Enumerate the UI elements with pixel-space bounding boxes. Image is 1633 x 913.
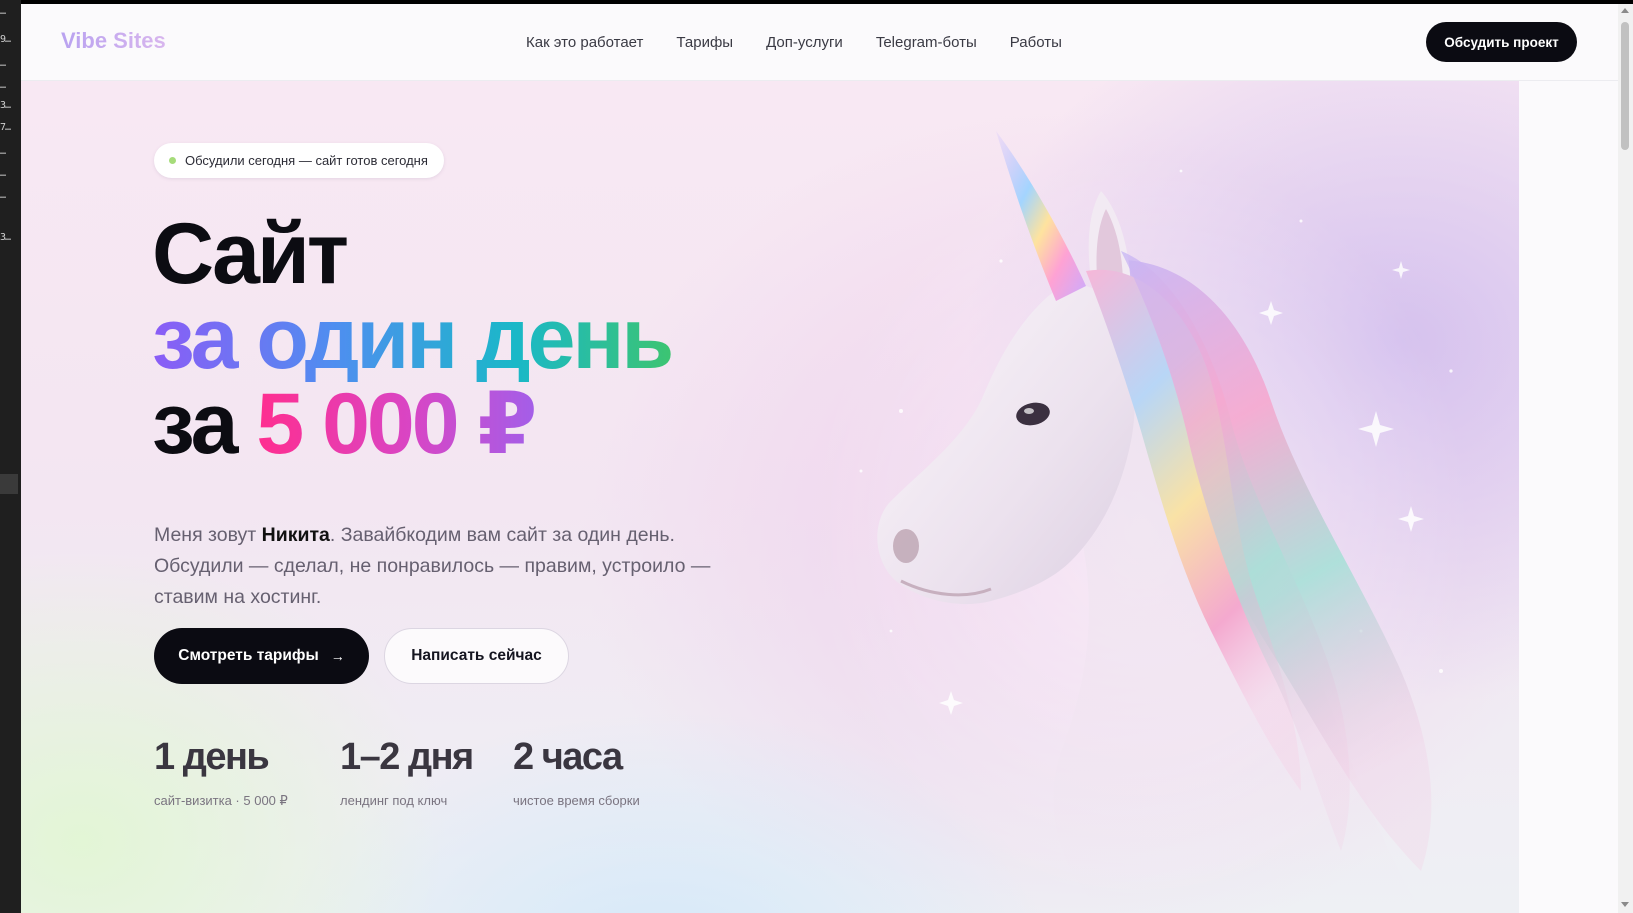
hero-lead-part-1: Меня зовут <box>154 523 262 546</box>
nav-link-telegram-bots[interactable]: Telegram-боты <box>876 34 977 51</box>
stat-3: 2 часа чистое время сборки <box>513 736 640 808</box>
nav-link-pricing[interactable]: Тарифы <box>676 34 733 51</box>
hero-title-line-2: за один день <box>152 291 674 387</box>
logo[interactable]: Vibe Sites <box>61 28 166 54</box>
hero-badge: Обсудили сегодня — сайт готов сегодня <box>154 143 444 178</box>
scroll-up-icon[interactable] <box>1621 8 1629 13</box>
hero-lead: Меня зовут Никита. Завайбкодим вам сайт … <box>154 520 714 613</box>
hero-title-line-1: Сайт <box>152 206 349 302</box>
editor-side-strip: … 9… … … 3… 7… … … … 3… <box>0 0 21 913</box>
status-dot-icon <box>169 157 176 164</box>
write-now-button[interactable]: Написать сейчас <box>384 628 569 684</box>
view-pricing-label: Смотреть тарифы <box>178 647 319 664</box>
hero-lead-name: Никита <box>261 523 330 546</box>
hero-title-price: 5 000 ₽ <box>256 376 537 472</box>
stat-1-value: 1 день <box>154 736 270 778</box>
hero-title-line-3: за 5 000 ₽ <box>152 381 537 467</box>
site-header: Vibe Sites Как это работает Тарифы Доп-у… <box>21 4 1618 81</box>
nav-link-works[interactable]: Работы <box>1010 34 1062 51</box>
hero-title-prefix: за <box>152 376 238 472</box>
hero-section: Обсудили сегодня — сайт готов сегодня Са… <box>21 81 1519 913</box>
stat-2-label: лендинг под ключ <box>340 793 448 808</box>
page-scrollbar[interactable] <box>1618 4 1633 913</box>
hero-badge-text: Обсудили сегодня — сайт готов сегодня <box>185 153 428 168</box>
scrollbar-thumb[interactable] <box>1621 22 1629 150</box>
nav-link-how-it-works[interactable]: Как это работает <box>526 34 643 51</box>
view-pricing-button[interactable]: Смотреть тарифы → <box>154 628 369 684</box>
stat-1: 1 день сайт-визитка · 5 000 ₽ <box>154 736 288 809</box>
page: Vibe Sites Как это работает Тарифы Доп-у… <box>21 4 1618 913</box>
scroll-down-icon[interactable] <box>1621 902 1629 907</box>
nav-link-extra-services[interactable]: Доп-услуги <box>766 34 843 51</box>
stat-2: 1–2 дня лендинг под ключ <box>340 736 474 808</box>
stat-1-label: сайт-визитка · 5 000 ₽ <box>154 793 288 808</box>
unicorn-illustration <box>811 131 1471 911</box>
stat-3-value: 2 часа <box>513 736 623 778</box>
arrow-right-icon: → <box>330 648 345 664</box>
discuss-project-button[interactable]: Обсудить проект <box>1426 22 1577 62</box>
stat-2-value: 1–2 дня <box>340 736 474 778</box>
main-nav: Как это работает Тарифы Доп-услуги Teleg… <box>526 4 1095 80</box>
page-right-gutter <box>1519 81 1618 913</box>
stat-3-label: чистое время сборки <box>513 793 640 808</box>
